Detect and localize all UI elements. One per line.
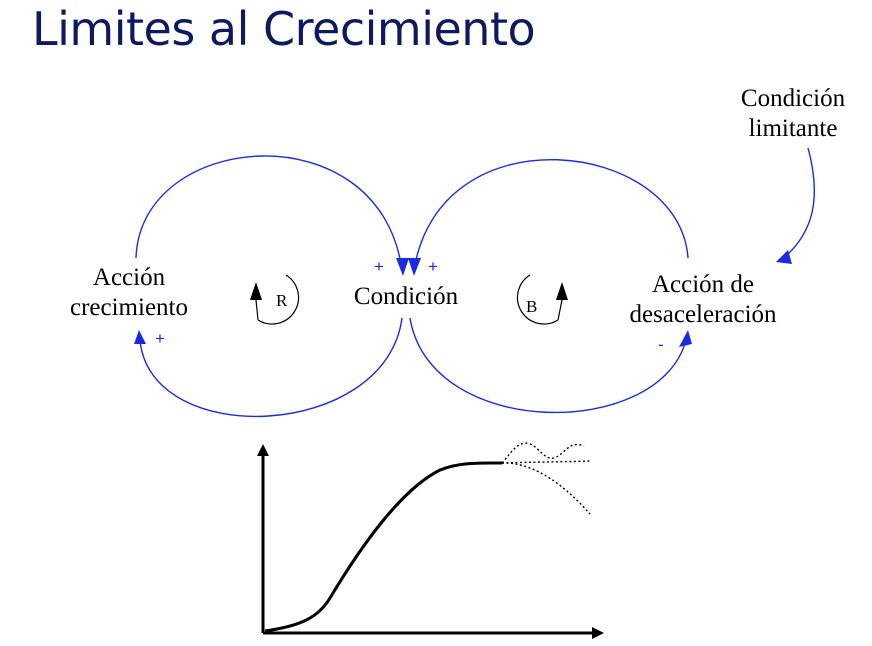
loop-label-b: B [526, 297, 537, 316]
arrowhead-condicion-to-crecimiento [134, 330, 146, 344]
balancing-loop-indicator: B [516, 274, 568, 325]
polarity-right-to-condicion: + [428, 257, 438, 276]
s-curve-graph [257, 442, 604, 639]
loop-label-r: R [276, 291, 288, 310]
node-label-line: Acción [93, 264, 166, 291]
node-label-line: Acción de [652, 271, 754, 298]
node-label-line: desaceleración [629, 301, 777, 328]
node-label-line: Condición [741, 85, 846, 112]
polarity-condicion-to-desaceleracion: - [658, 335, 664, 354]
node-condicion-limitante: Condición limitante [741, 85, 846, 142]
projection-decline [501, 462, 591, 515]
causal-loop-diagram: R B Acción crecimiento Condición Acción … [70, 85, 846, 639]
reinforcing-loop-indicator: R [250, 274, 300, 325]
link-condicion-to-desaceleracion [409, 317, 687, 414]
link-desaceleracion-to-condicion [413, 158, 689, 271]
link-crecimiento-to-condicion [135, 155, 403, 271]
polarity-condicion-to-crecimiento: + [155, 329, 165, 348]
graph-x-axis-arrowhead [592, 627, 604, 639]
link-limitante-to-desaceleracion [785, 147, 815, 257]
projection-upper [501, 442, 585, 464]
node-label-line: limitante [749, 115, 838, 142]
node-accion-crecimiento: Acción crecimiento [70, 264, 188, 321]
polarity-left-to-condicion: + [374, 257, 384, 276]
node-condicion: Condición [354, 283, 459, 310]
arrowhead-condicion-to-desaceleracion [679, 330, 692, 347]
projection-flat [501, 460, 591, 464]
s-curve-line [264, 461, 503, 633]
node-accion-desaceleracion: Acción de desaceleración [629, 271, 777, 328]
graph-y-axis-arrowhead [257, 444, 269, 456]
arrowhead-left-to-condicion [396, 258, 409, 276]
link-condicion-to-crecimiento [139, 317, 403, 418]
arrowhead-right-to-condicion [408, 258, 421, 276]
node-label-line: crecimiento [70, 294, 188, 321]
